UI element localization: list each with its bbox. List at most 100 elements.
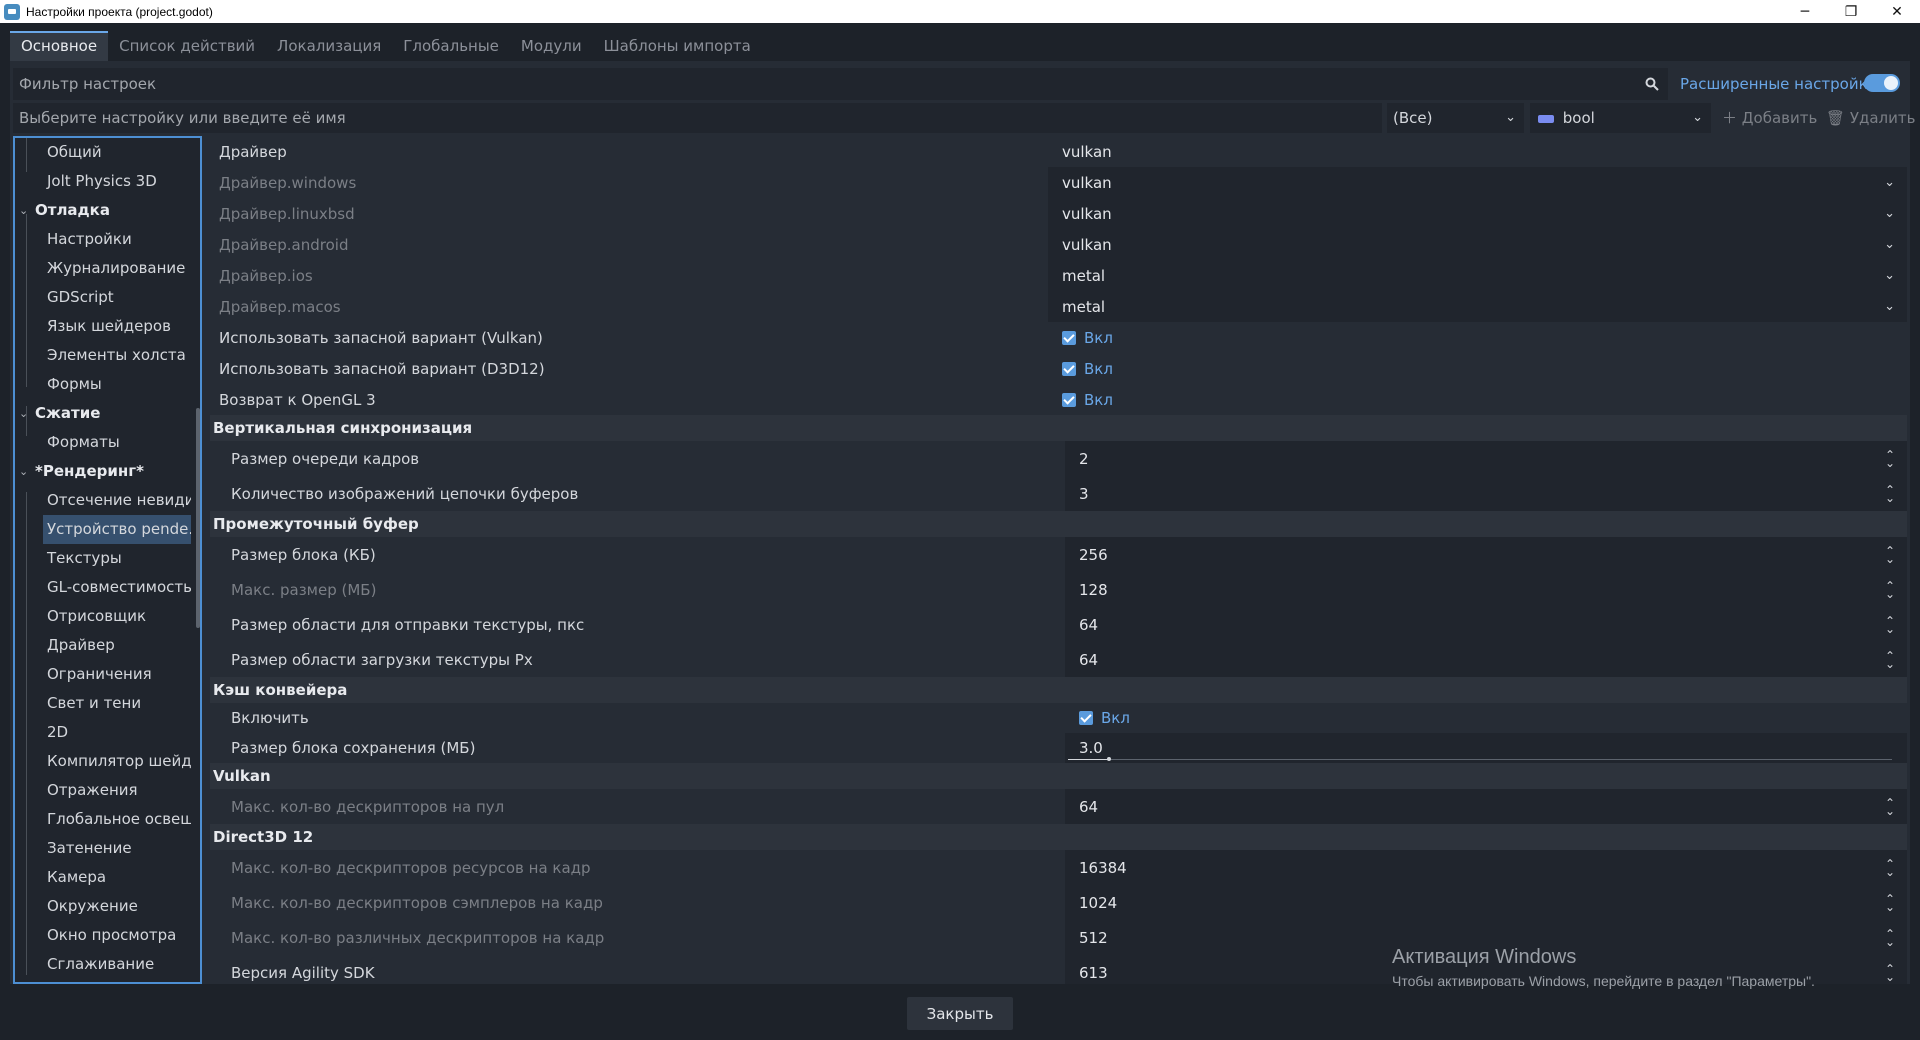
setting-value[interactable]: 16384 (1079, 850, 1127, 885)
checkbox-checked-icon[interactable] (1062, 361, 1076, 376)
minimize-button[interactable]: ─ (1782, 0, 1828, 23)
tree-item[interactable]: Отсечение невиди... (43, 486, 191, 515)
setting-value[interactable]: 3 (1079, 476, 1089, 511)
tree-item[interactable]: Jolt Physics 3D (43, 167, 191, 196)
chevron-down-icon[interactable]: ⌄ (19, 457, 28, 486)
tree-scrollbar[interactable] (196, 408, 200, 628)
maximize-button[interactable]: ❐ (1828, 0, 1874, 23)
spinner-arrows-icon[interactable]: ⌃ ⌄ (1885, 476, 1895, 511)
setting-value-field[interactable] (1065, 789, 1907, 824)
setting-value-field[interactable] (1065, 885, 1907, 920)
setting-dropdown[interactable]: vulkan (1062, 167, 1112, 198)
tree-item[interactable]: Текстуры (43, 544, 191, 573)
type-filter-dropdown[interactable]: (Все) ⌄ (1387, 103, 1524, 133)
chevron-down-icon[interactable]: ⌄ (1884, 260, 1895, 291)
spinner-arrows-icon[interactable]: ⌃ ⌄ (1885, 789, 1895, 824)
tree-item[interactable]: Сглаживание (43, 950, 191, 979)
close-button[interactable]: Закрыть (907, 997, 1013, 1030)
setting-value-field[interactable] (1048, 229, 1907, 260)
setting-value[interactable]: 2 (1079, 441, 1089, 476)
tree-item[interactable]: Окно просмотра (43, 921, 191, 950)
setting-checkbox[interactable]: Вкл (1062, 322, 1113, 353)
setting-value[interactable]: 64 (1079, 642, 1098, 677)
checkbox-checked-icon[interactable] (1062, 392, 1076, 407)
tree-item[interactable]: Формы (43, 370, 191, 399)
setting-value[interactable]: vulkan (1062, 136, 1112, 167)
tree-item[interactable]: GDScript (43, 283, 191, 312)
tree-item[interactable]: Общий (43, 138, 191, 167)
setting-value-field[interactable] (1048, 198, 1907, 229)
tree-item[interactable]: Компилятор шейд... (43, 747, 191, 776)
setting-name-input[interactable]: Выберите настройку или введите её имя (13, 103, 1382, 133)
tab-import-defaults[interactable]: Шаблоны импорта (593, 31, 762, 61)
tab-general[interactable]: Основное (10, 31, 109, 61)
tree-item[interactable]: Затенение (43, 834, 191, 863)
setting-value-field[interactable] (1065, 642, 1907, 677)
spinner-arrows-icon[interactable]: ⌃ ⌄ (1885, 642, 1895, 677)
setting-value[interactable]: 256 (1079, 537, 1108, 572)
chevron-down-icon[interactable]: ⌄ (19, 196, 28, 225)
value-type-dropdown[interactable]: bool ⌄ (1530, 103, 1711, 133)
spinner-arrows-icon[interactable]: ⌃ ⌄ (1885, 537, 1895, 572)
setting-checkbox[interactable]: Вкл (1062, 353, 1113, 384)
setting-value-field[interactable] (1065, 441, 1907, 476)
setting-checkbox[interactable]: Вкл (1079, 703, 1130, 733)
spinner-arrows-icon[interactable]: ⌃ ⌄ (1885, 885, 1895, 920)
setting-value[interactable]: 128 (1079, 572, 1108, 607)
chevron-down-icon[interactable]: ⌄ (19, 399, 28, 428)
delete-setting-button[interactable]: 🗑 Удалить (1826, 103, 1915, 133)
chevron-down-icon[interactable]: ⌄ (1884, 167, 1895, 198)
setting-value-field[interactable] (1048, 291, 1907, 322)
tree-item[interactable]: Элементы холста (43, 341, 191, 370)
spinner-arrows-icon[interactable]: ⌃ ⌄ (1885, 850, 1895, 885)
tree-item[interactable]: Журналирование ... (43, 254, 191, 283)
tree-item[interactable]: Отрисовщик (43, 602, 191, 631)
spinner-arrows-icon[interactable]: ⌃ ⌄ (1885, 607, 1895, 642)
setting-value[interactable]: 512 (1079, 920, 1108, 955)
tree-item[interactable]: Камера (43, 863, 191, 892)
tree-group[interactable]: ⌄ Отладка (17, 196, 110, 225)
setting-value-field[interactable] (1048, 260, 1907, 291)
setting-value-field[interactable] (1065, 850, 1907, 885)
advanced-settings-label[interactable]: Расширенные настройки (1680, 68, 1877, 100)
tree-item[interactable]: Окружение (43, 892, 191, 921)
chevron-down-icon[interactable]: ⌄ (1884, 198, 1895, 229)
tree-item[interactable]: Ограничения (43, 660, 191, 689)
chevron-down-icon[interactable]: ⌄ (1884, 291, 1895, 322)
tree-item[interactable]: Язык шейдеров (43, 312, 191, 341)
tab-plugins[interactable]: Модули (510, 31, 593, 61)
setting-value[interactable]: 64 (1079, 607, 1098, 642)
setting-value[interactable]: 64 (1079, 789, 1098, 824)
setting-value-field[interactable] (1065, 572, 1907, 607)
setting-value[interactable]: 1024 (1079, 885, 1117, 920)
checkbox-checked-icon[interactable] (1079, 711, 1093, 725)
spinner-arrows-icon[interactable]: ⌃ ⌄ (1885, 441, 1895, 476)
tab-input-map[interactable]: Список действий (108, 31, 266, 61)
tab-globals[interactable]: Глобальные (392, 31, 510, 61)
tree-item[interactable]: Настройки (43, 225, 191, 254)
setting-value-field[interactable] (1065, 537, 1907, 572)
slider-grabber[interactable] (1107, 757, 1111, 761)
tree-item[interactable]: 2D (43, 718, 191, 747)
setting-value-field[interactable] (1065, 476, 1907, 511)
setting-value-field[interactable] (1048, 167, 1907, 198)
spinner-arrows-icon[interactable]: ⌃ ⌄ (1885, 572, 1895, 607)
setting-dropdown[interactable]: metal (1062, 260, 1105, 291)
tree-group[interactable]: ⌄ Сжатие (17, 399, 100, 428)
setting-checkbox[interactable]: Вкл (1062, 384, 1113, 415)
setting-dropdown[interactable]: vulkan (1062, 229, 1112, 260)
slider-track[interactable] (1068, 759, 1892, 760)
filter-settings-input[interactable]: Фильтр настроек (13, 68, 1668, 100)
tree-item[interactable]: Свет и тени (43, 689, 191, 718)
tree-item[interactable]: Глобальное освещ... (43, 805, 191, 834)
spinner-arrows-icon[interactable]: ⌃ ⌄ (1885, 955, 1895, 984)
setting-value-field[interactable] (1065, 607, 1907, 642)
tree-item[interactable]: Отражения (43, 776, 191, 805)
tree-item[interactable]: Форматы (43, 428, 191, 457)
advanced-settings-toggle[interactable] (1864, 74, 1900, 92)
checkbox-checked-icon[interactable] (1062, 330, 1076, 345)
spinner-arrows-icon[interactable]: ⌃ ⌄ (1885, 920, 1895, 955)
tab-localization[interactable]: Локализация (266, 31, 392, 61)
setting-value[interactable]: 613 (1079, 955, 1108, 984)
chevron-down-icon[interactable]: ⌄ (1884, 229, 1895, 260)
